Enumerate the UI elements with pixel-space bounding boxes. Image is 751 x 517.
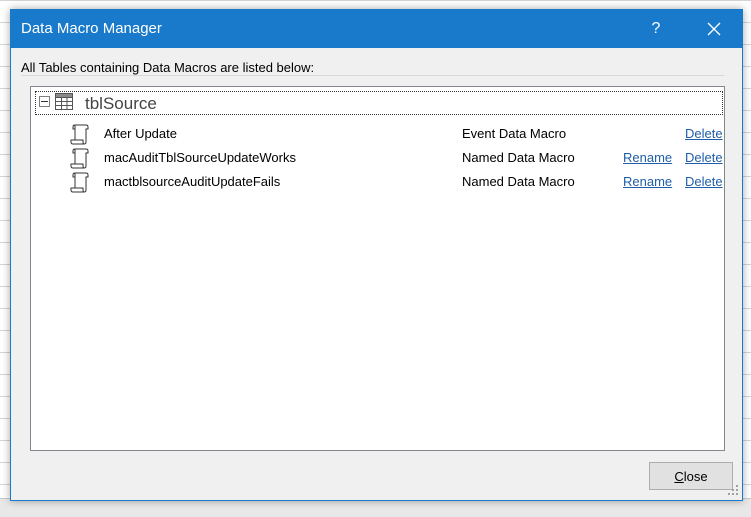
macro-row: macAuditTblSourceUpdateWorks Named Data … (31, 147, 724, 169)
data-macro-manager-dialog: Data Macro Manager ? All Tables containi… (10, 9, 743, 501)
collapse-minus-icon[interactable] (39, 96, 50, 107)
macro-type: Event Data Macro (462, 126, 567, 141)
scroll-macro-icon (70, 148, 89, 169)
description-divider (21, 75, 724, 76)
close-button[interactable]: Close (649, 462, 733, 490)
dialog-titlebar: Data Macro Manager ? (11, 10, 742, 48)
scroll-macro-icon (70, 124, 89, 145)
delete-link[interactable]: Delete (685, 150, 723, 165)
titlebar-close-button[interactable] (691, 10, 737, 48)
macro-row: mactblsourceAuditUpdateFails Named Data … (31, 171, 724, 193)
table-node-row[interactable]: tblSource (35, 91, 723, 115)
rename-link[interactable]: Rename (623, 150, 672, 165)
delete-link[interactable]: Delete (685, 126, 723, 141)
table-name: tblSource (85, 94, 157, 113)
delete-link[interactable]: Delete (685, 174, 723, 189)
table-icon (55, 93, 73, 110)
help-icon: ? (651, 20, 661, 37)
macro-type: Named Data Macro (462, 174, 575, 189)
help-button[interactable]: ? (633, 10, 679, 48)
macro-type: Named Data Macro (462, 150, 575, 165)
scroll-macro-icon (70, 172, 89, 193)
dialog-title: Data Macro Manager (21, 20, 162, 37)
close-icon (707, 22, 721, 36)
rename-link[interactable]: Rename (623, 174, 672, 189)
macro-list-panel[interactable]: tblSource After Update Event Data Macro … (30, 86, 725, 451)
resize-grip-icon[interactable] (727, 484, 739, 496)
description-text: All Tables containing Data Macros are li… (21, 60, 315, 75)
macro-name: After Update (104, 126, 177, 141)
macro-row: After Update Event Data Macro Delete (31, 123, 724, 145)
close-button-label: Close (674, 468, 708, 484)
macro-name: macAuditTblSourceUpdateWorks (104, 150, 296, 165)
macro-name: mactblsourceAuditUpdateFails (104, 174, 281, 189)
